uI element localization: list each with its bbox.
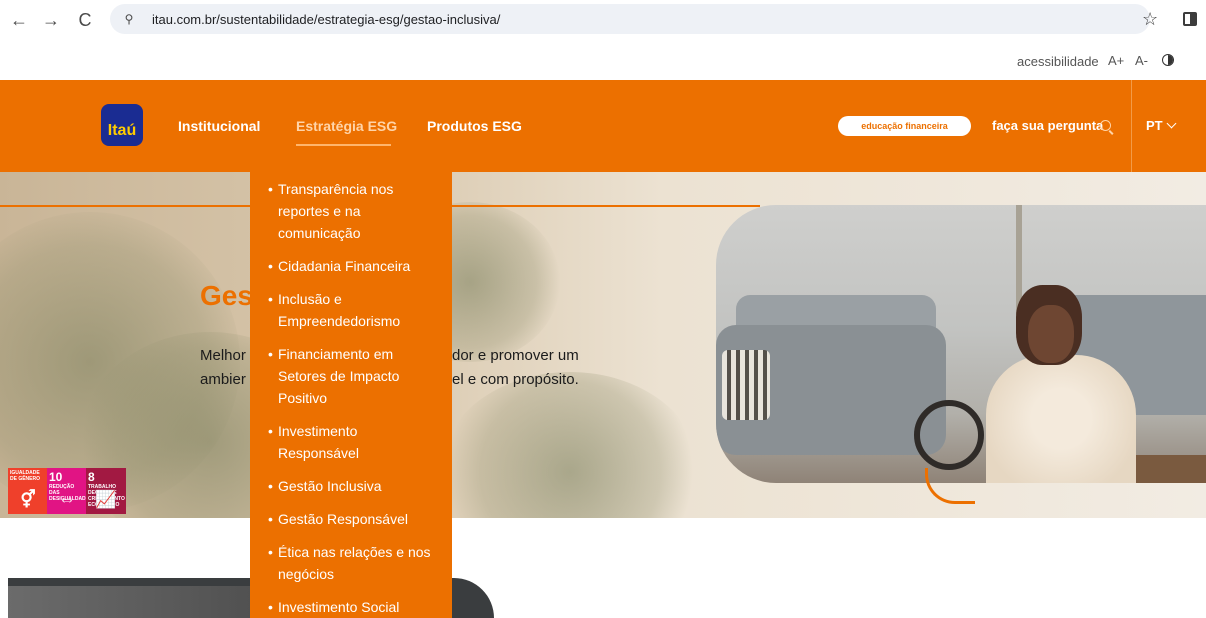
hero-description-left: Melhor ambier [200,344,246,392]
address-bar[interactable]: ⚲ itau.com.br/sustentabilidade/estrategi… [110,4,1150,34]
nav-item-estrategia-esg[interactable]: Estratégia ESG [296,118,397,134]
font-decrease-button[interactable]: A- [1135,53,1148,68]
sdg-number: 10 [49,470,63,484]
hero-description-right: dor e promover um el e com propósito. [452,344,579,392]
dropdown-item-gestao-inclusiva[interactable]: Gestão Inclusiva [268,475,438,497]
logo-text: Itaú [107,122,137,139]
dropdown-item-financiamento[interactable]: Financiamento em Setores de Impacto Posi… [268,343,438,409]
site-header: Itaú Institucional Estratégia ESG Produt… [0,80,1206,172]
language-selector[interactable]: PT [1146,118,1177,133]
sdg-badge-gender-equality: IGUALDADE DE GÊNERO ⚥ [8,468,48,514]
hero-background-foliage [440,372,700,518]
dropdown-item-etica[interactable]: Ética nas relações e nos negócios [268,541,438,585]
dropdown-item-cidadania-financeira[interactable]: Cidadania Financeira [268,255,438,277]
sdg-label: IGUALDADE DE GÊNERO [10,470,41,482]
gender-equality-icon: ⚥ [20,490,36,509]
hero-text-line: ambier [200,371,246,388]
photo-person [1028,305,1074,363]
page: ← → C ⚲ itau.com.br/sustentabilidade/est… [0,0,1206,618]
accessibility-label[interactable]: acessibilidade [1017,54,1099,69]
nav-item-institucional[interactable]: Institucional [178,118,260,134]
dropdown-item-investimento-social[interactable]: Investimento Social [268,596,438,618]
accessibility-bar: acessibilidade A+ A- [0,40,1206,80]
url-text[interactable]: itau.com.br/sustentabilidade/estrategia-… [152,12,500,27]
growth-chart-icon: 📈 [95,490,117,509]
hero-banner: Ges Melhor ambier dor e promover um el e… [0,172,1206,518]
content-section [0,518,1206,618]
language-label: PT [1146,118,1163,133]
contrast-icon[interactable] [1162,54,1174,66]
hero-photo-woman-wheelchair [716,205,1206,483]
dropdown-item-gestao-responsavel[interactable]: Gestão Responsável [268,508,438,530]
sdg-number: 8 [88,470,95,484]
photo-person [986,355,1136,483]
ask-question-link[interactable]: faça sua pergunta [992,118,1103,133]
divider [1131,80,1132,172]
sdg-badge-reduced-inequalities: 10 REDUÇÃO DAS DESIGUALDADES ⇔ [47,468,87,514]
photo-pillow [722,350,770,420]
browser-toolbar: ← → C ⚲ itau.com.br/sustentabilidade/est… [0,0,1206,40]
nav-item-produtos-esg[interactable]: Produtos ESG [427,118,522,134]
search-icon[interactable] [1100,120,1111,131]
side-panel-icon[interactable] [1183,12,1197,26]
hero-text-line: Melhor [200,347,246,364]
dropdown-item-inclusao-empreendedorismo[interactable]: Inclusão e Empreendedorismo [268,288,438,332]
photo-desk [1136,455,1206,483]
hero-title: Ges [200,280,253,311]
hero-accent-arc [925,468,975,504]
educacao-financeira-button[interactable]: educação financeira [838,116,971,136]
hero-text-line: el e com propósito. [452,371,579,388]
photo-wheelchair [914,400,984,470]
dropdown-item-investimento-responsavel[interactable]: Investimento Responsável [268,420,438,464]
forward-arrow-icon[interactable]: → [40,9,62,31]
dropdown-item-transparencia[interactable]: Transparência nos reportes e na comunica… [268,178,438,244]
chevron-down-icon [1166,118,1177,129]
site-info-icon[interactable]: ⚲ [120,10,138,28]
sdg-badge-decent-work: 8 TRABALHO DECENTE E CRESCIMENTO ECONÔMI… [86,468,126,514]
reduced-inequalities-icon: ⇔ [58,490,76,509]
back-arrow-icon[interactable]: ← [8,9,30,31]
font-increase-button[interactable]: A+ [1108,53,1124,68]
hero-text-line: dor e promover um [452,347,579,364]
reload-icon[interactable]: C [74,9,96,31]
itau-logo[interactable]: Itaú [101,104,143,146]
active-nav-underline [296,144,391,146]
estrategia-esg-dropdown: Transparência nos reportes e na comunica… [250,172,452,618]
bookmark-star-icon[interactable]: ☆ [1142,9,1158,30]
